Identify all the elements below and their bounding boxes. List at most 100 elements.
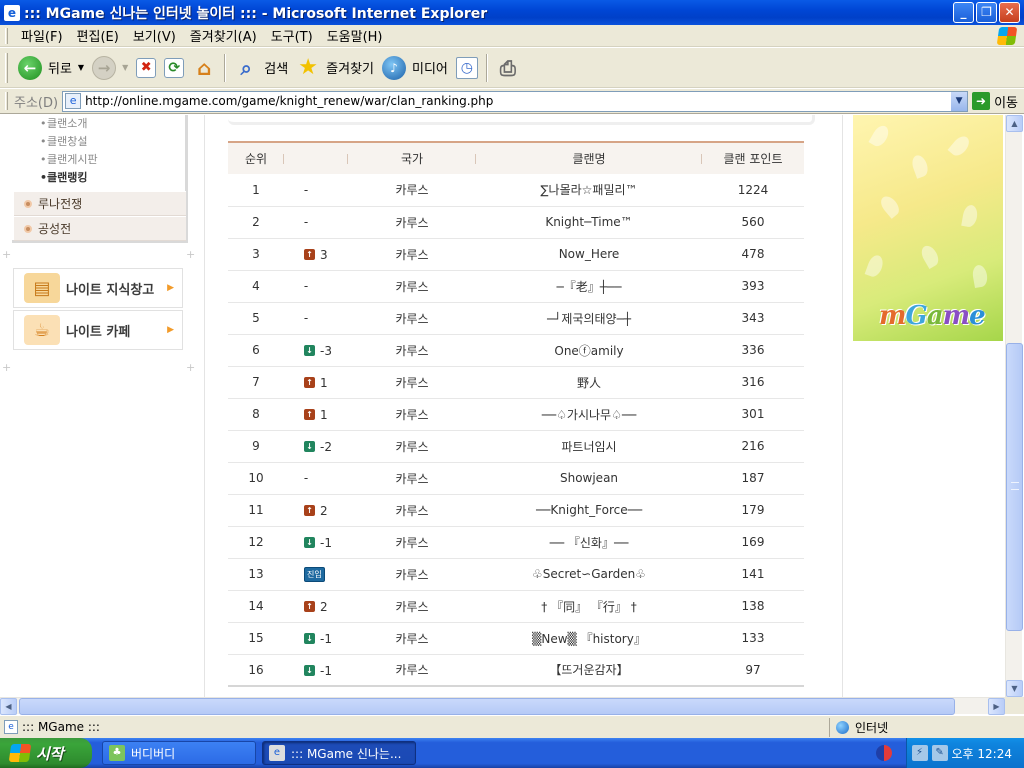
language-bar-icon[interactable] — [876, 745, 892, 761]
mgame-banner[interactable]: mGame — [853, 115, 1003, 341]
network-icon[interactable]: ⚡ — [911, 745, 928, 761]
clan-name-cell[interactable]: ▒New▒ 『history』 — [476, 622, 702, 655]
maximize-button[interactable]: ❐ — [976, 2, 997, 23]
menu-siege-war[interactable]: 공성전 — [14, 216, 186, 241]
rank-change-value: 2 — [320, 503, 328, 518]
menu-tools[interactable]: 도구(T) — [264, 26, 320, 45]
clan-name-cell[interactable]: ─『老』┼── — [476, 270, 702, 303]
arrow-up-icon: ↑ — [304, 505, 315, 517]
header-clan-points: 클랜 포인트 — [702, 141, 804, 174]
taskbar-item-buddybuddy[interactable]: ♣ 버디버디 — [102, 741, 256, 765]
window-title-bar[interactable]: e ::: MGame 신나는 인터넷 놀이터 ::: - Microsoft … — [0, 0, 1024, 25]
scroll-down-button[interactable]: ▼ — [1006, 680, 1023, 697]
scroll-right-button[interactable]: ▶ — [988, 698, 1005, 715]
vertical-scrollbar[interactable]: ▲ ▼ — [1005, 115, 1023, 697]
media-label: 미디어 — [412, 62, 448, 77]
start-button[interactable]: 시작 — [0, 738, 92, 768]
quick-link-label: 나이트 카페 — [66, 324, 131, 340]
nation-cell: 카루스 — [348, 590, 476, 623]
url-text[interactable]: http://online.mgame.com/game/knight_rene… — [85, 94, 950, 108]
favorites-button[interactable]: ★ 즐겨찾기 — [292, 52, 378, 84]
scroll-left-button[interactable]: ◀ — [0, 698, 17, 715]
clan-name-cell[interactable]: Now_Here — [476, 238, 702, 271]
clan-points-cell: 336 — [702, 334, 804, 367]
toolbar-grip[interactable] — [5, 52, 8, 83]
history-button[interactable]: ◷ — [452, 52, 482, 84]
menu-file[interactable]: 파일(F) — [14, 26, 70, 45]
table-row: 8 ↑ 1 카루스 ──♤가시나무♤── 301 — [228, 398, 804, 431]
knight-knowledge-link[interactable]: ▤ 나이트 지식창고 ▶ — [13, 268, 183, 308]
submenu-clan-create[interactable]: 클랜창설 — [14, 133, 186, 151]
rank-change-value: -1 — [320, 663, 332, 678]
horizontal-scrollbar[interactable]: ◀ ▶ — [0, 697, 1005, 715]
back-button[interactable]: ← 뒤로 ▼ — [14, 52, 88, 84]
clan-name-cell[interactable]: 野人 — [476, 366, 702, 399]
clan-points-cell: 138 — [702, 590, 804, 623]
task-label: 버디버디 — [131, 746, 176, 761]
clan-name-cell[interactable]: ──♤가시나무♤── — [476, 398, 702, 431]
clan-name-cell[interactable]: † 『同』 『行』 † — [476, 590, 702, 623]
print-button[interactable]: ⎙ — [492, 52, 524, 84]
system-tray: ⚡ ✎ 오후 12:24 — [906, 738, 1024, 768]
forward-button[interactable]: → ▼ — [88, 52, 132, 84]
vertical-scroll-thumb[interactable] — [1006, 343, 1023, 631]
toolbar-grip[interactable] — [5, 27, 8, 44]
stop-button[interactable]: ✖ — [132, 52, 160, 84]
media-button[interactable]: ♪ 미디어 — [378, 52, 452, 84]
clan-name-cell[interactable]: Oneⓕamily — [476, 334, 702, 367]
submenu-label: 클랜창설 — [47, 135, 88, 148]
search-button[interactable]: ⌕ 검색 — [230, 52, 292, 84]
submenu-clan-intro[interactable]: 클랜소개 — [14, 115, 186, 133]
clan-name-cell[interactable]: Showjean — [476, 462, 702, 495]
menu-edit[interactable]: 편집(E) — [70, 26, 126, 45]
rank-change-value: -2 — [320, 439, 332, 454]
refresh-button[interactable]: ⟳ — [160, 52, 188, 84]
content-frame-bottom — [228, 115, 815, 125]
windows-flag-icon — [8, 744, 32, 762]
clan-name-cell[interactable]: ♧Secret∽Garden♧ — [476, 558, 702, 591]
arrow-down-icon: ↓ — [304, 537, 315, 549]
clan-name-cell[interactable]: 파트너임시 — [476, 430, 702, 463]
horizontal-scroll-thumb[interactable] — [19, 698, 955, 715]
menu-help[interactable]: 도움말(H) — [320, 26, 390, 45]
address-dropdown-icon[interactable]: ▼ — [950, 91, 968, 111]
rank-up: ↑ 2 — [304, 504, 328, 518]
taskbar-item-ie[interactable]: e ::: MGame 신나는... — [262, 741, 416, 765]
clan-name-cell[interactable]: ── 『신화』── — [476, 526, 702, 559]
clan-name-cell[interactable]: ─┘제국의태양─┼ — [476, 302, 702, 335]
minimize-button[interactable]: _ — [953, 2, 974, 23]
go-button[interactable]: ➜ 이동 — [972, 92, 1018, 111]
home-button[interactable]: ⌂ — [188, 52, 220, 84]
rank-change-value: -1 — [320, 535, 332, 550]
address-label: 주소(D) — [14, 95, 59, 111]
rank-up: ↑ 1 — [304, 376, 328, 390]
close-button[interactable]: ✕ — [999, 2, 1020, 23]
content-divider — [842, 115, 843, 697]
scroll-up-button[interactable]: ▲ — [1006, 115, 1023, 132]
cafe-icon: ☕ — [24, 315, 60, 345]
leaf-decoration — [877, 193, 903, 219]
clan-points-cell: 169 — [702, 526, 804, 559]
address-input[interactable]: e http://online.mgame.com/game/knight_re… — [62, 90, 969, 112]
clan-name-cell[interactable]: ──Knight_Force── — [476, 494, 702, 527]
forward-dropdown-icon[interactable]: ▼ — [122, 63, 128, 72]
volume-icon[interactable]: ✎ — [931, 745, 948, 761]
clan-name-cell[interactable]: ∑나몰라☆패밀리™ — [476, 174, 702, 207]
no-change-dash: - — [303, 215, 309, 229]
security-zone[interactable]: 인터넷 — [829, 717, 1024, 737]
back-label: 뒤로 — [48, 62, 72, 77]
submenu-clan-board[interactable]: 클랜게시판 — [14, 151, 186, 169]
menu-luna-war[interactable]: 루나전쟁 — [14, 191, 186, 216]
toolbar-grip[interactable] — [5, 92, 8, 110]
clan-name-cell[interactable]: Knight─Time™ — [476, 206, 702, 239]
menu-label: 공성전 — [38, 222, 72, 236]
clan-name-cell[interactable]: 【뜨거운감자】 — [476, 654, 702, 687]
stop-icon: ✖ — [136, 57, 157, 78]
bullet-icon — [24, 200, 32, 208]
submenu-clan-ranking[interactable]: 클랜랭킹 — [14, 169, 186, 187]
menu-view[interactable]: 보기(V) — [126, 26, 183, 45]
back-dropdown-icon[interactable]: ▼ — [78, 63, 84, 72]
ranking-rows: 1- 카루스 ∑나몰라☆패밀리™ 1224 2- 카루스 Knight─Time™ 560 3 ↑… — [228, 174, 804, 687]
menu-favorites[interactable]: 즐겨찾기(A) — [183, 26, 264, 45]
knight-cafe-link[interactable]: ☕ 나이트 카페 ▶ — [13, 310, 183, 350]
